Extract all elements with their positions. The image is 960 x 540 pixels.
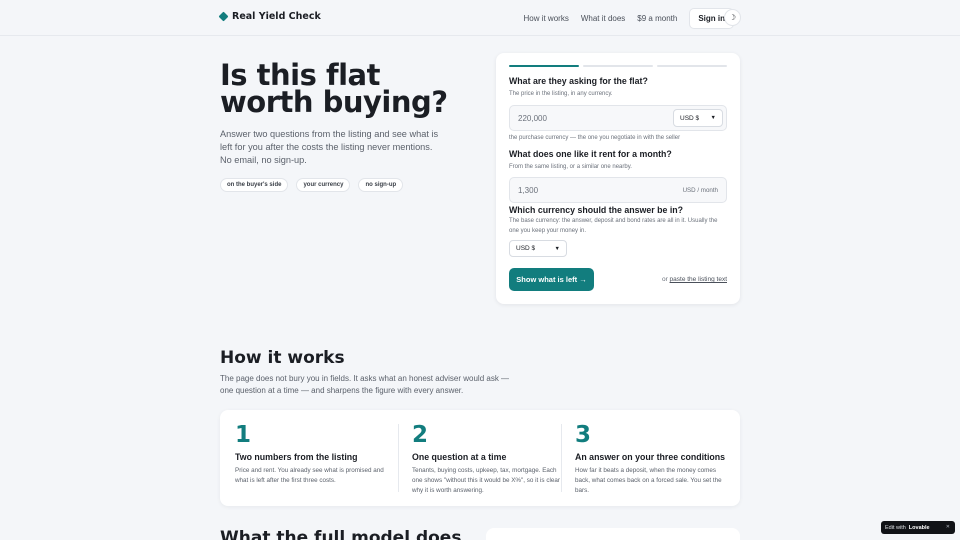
full-model-card [486,528,740,540]
chip-buyers-side: on the buyer's side [220,178,289,192]
step-3: 3 An answer on your three conditions How… [575,422,727,495]
how-it-works-title: How it works [220,348,345,368]
chevron-down-icon: ▼ [710,115,716,121]
rent-value: 1,300 [518,186,539,195]
diamond-icon [218,11,229,22]
edit-with-lovable-badge[interactable]: Edit with Lovable ✕ [881,521,955,534]
how-it-works-subtitle: The page does not bury you in fields. It… [220,374,510,395]
purchase-currency-note: the purchase currency — the one you nego… [509,135,681,141]
steps-card: 1 Two numbers from the listing Price and… [220,410,740,506]
show-result-button[interactable]: Show what is left → [509,268,594,291]
nav-pricing[interactable]: $9 a month [637,14,677,23]
step-body: How far it beats a deposit, when the mon… [575,467,722,494]
site-header: Real Yield Check How it works What it do… [0,0,960,36]
question-base-currency-hint: The base currency: the answer, deposit a… [509,218,718,234]
brand-name: Real Yield Check [232,11,321,22]
calculator-card: What are they asking for the flat? The p… [496,53,740,304]
brand-logo[interactable]: Real Yield Check [218,11,321,22]
full-model-title: What the full model does [220,528,462,540]
paste-prefix: or [661,276,668,283]
step-2: 2 One question at a time Tenants, buying… [412,422,564,495]
badge-prefix: Edit with [885,524,906,531]
hero-title: Is this flat worth buying? [220,58,448,119]
step-title: An answer on your three conditions [575,452,726,462]
step-body: Tenants, buying costs, upkeep, tax, mort… [412,467,560,494]
moon-icon[interactable]: ☽ [724,9,741,26]
nav-how-it-works[interactable]: How it works [523,14,568,23]
divider [561,424,562,492]
hero-subtitle: Answer two questions from the listing an… [220,129,439,165]
base-currency-value: USD $ [516,245,536,252]
question-price: What are they asking for the flat? [509,76,648,86]
purchase-currency-select[interactable]: USD $ ▼ [673,109,723,127]
progress-bar [509,65,727,67]
rent-unit: USD / month [682,187,718,194]
paste-alternative: or paste the listing text [662,276,727,283]
base-currency-select[interactable]: USD $ ▼ [509,240,567,257]
purchase-currency-value: USD $ [680,114,700,122]
price-input[interactable]: 220,000 USD $ ▼ [509,105,727,131]
paste-listing-link[interactable]: paste the listing text [670,276,727,283]
step-title: Two numbers from the listing [235,452,358,462]
progress-segment [657,65,727,67]
divider [398,424,399,492]
chip-currency: your currency [296,178,351,192]
step-1: 1 Two numbers from the listing Price and… [235,422,387,486]
nav-what-it-does[interactable]: What it does [581,14,625,23]
step-body: Price and rent. You already see what is … [235,467,384,484]
rent-input[interactable]: 1,300 USD / month [509,177,727,203]
step-title: One question at a time [412,452,507,462]
close-icon[interactable]: ✕ [946,524,950,530]
hero-chips: on the buyer's side your currency no sig… [220,178,404,192]
step-number: 2 [412,422,429,448]
step-number: 3 [575,422,592,448]
question-rent: What does one like it rent for a month? [509,149,672,159]
step-number: 1 [235,422,252,448]
question-price-hint: The price in the listing, in any currenc… [509,91,613,97]
chevron-down-icon: ▼ [554,245,560,252]
progress-segment [509,65,579,67]
chip-no-signup: no sign-up [358,178,404,192]
top-nav: How it works What it does $9 a month Sig… [523,8,734,29]
price-value: 220,000 [518,114,547,123]
question-rent-hint: From the same listing, or a similar one … [509,164,632,170]
progress-segment [583,65,653,67]
badge-brand: Lovable [908,524,930,531]
question-base-currency: Which currency should the answer be in? [509,205,684,215]
